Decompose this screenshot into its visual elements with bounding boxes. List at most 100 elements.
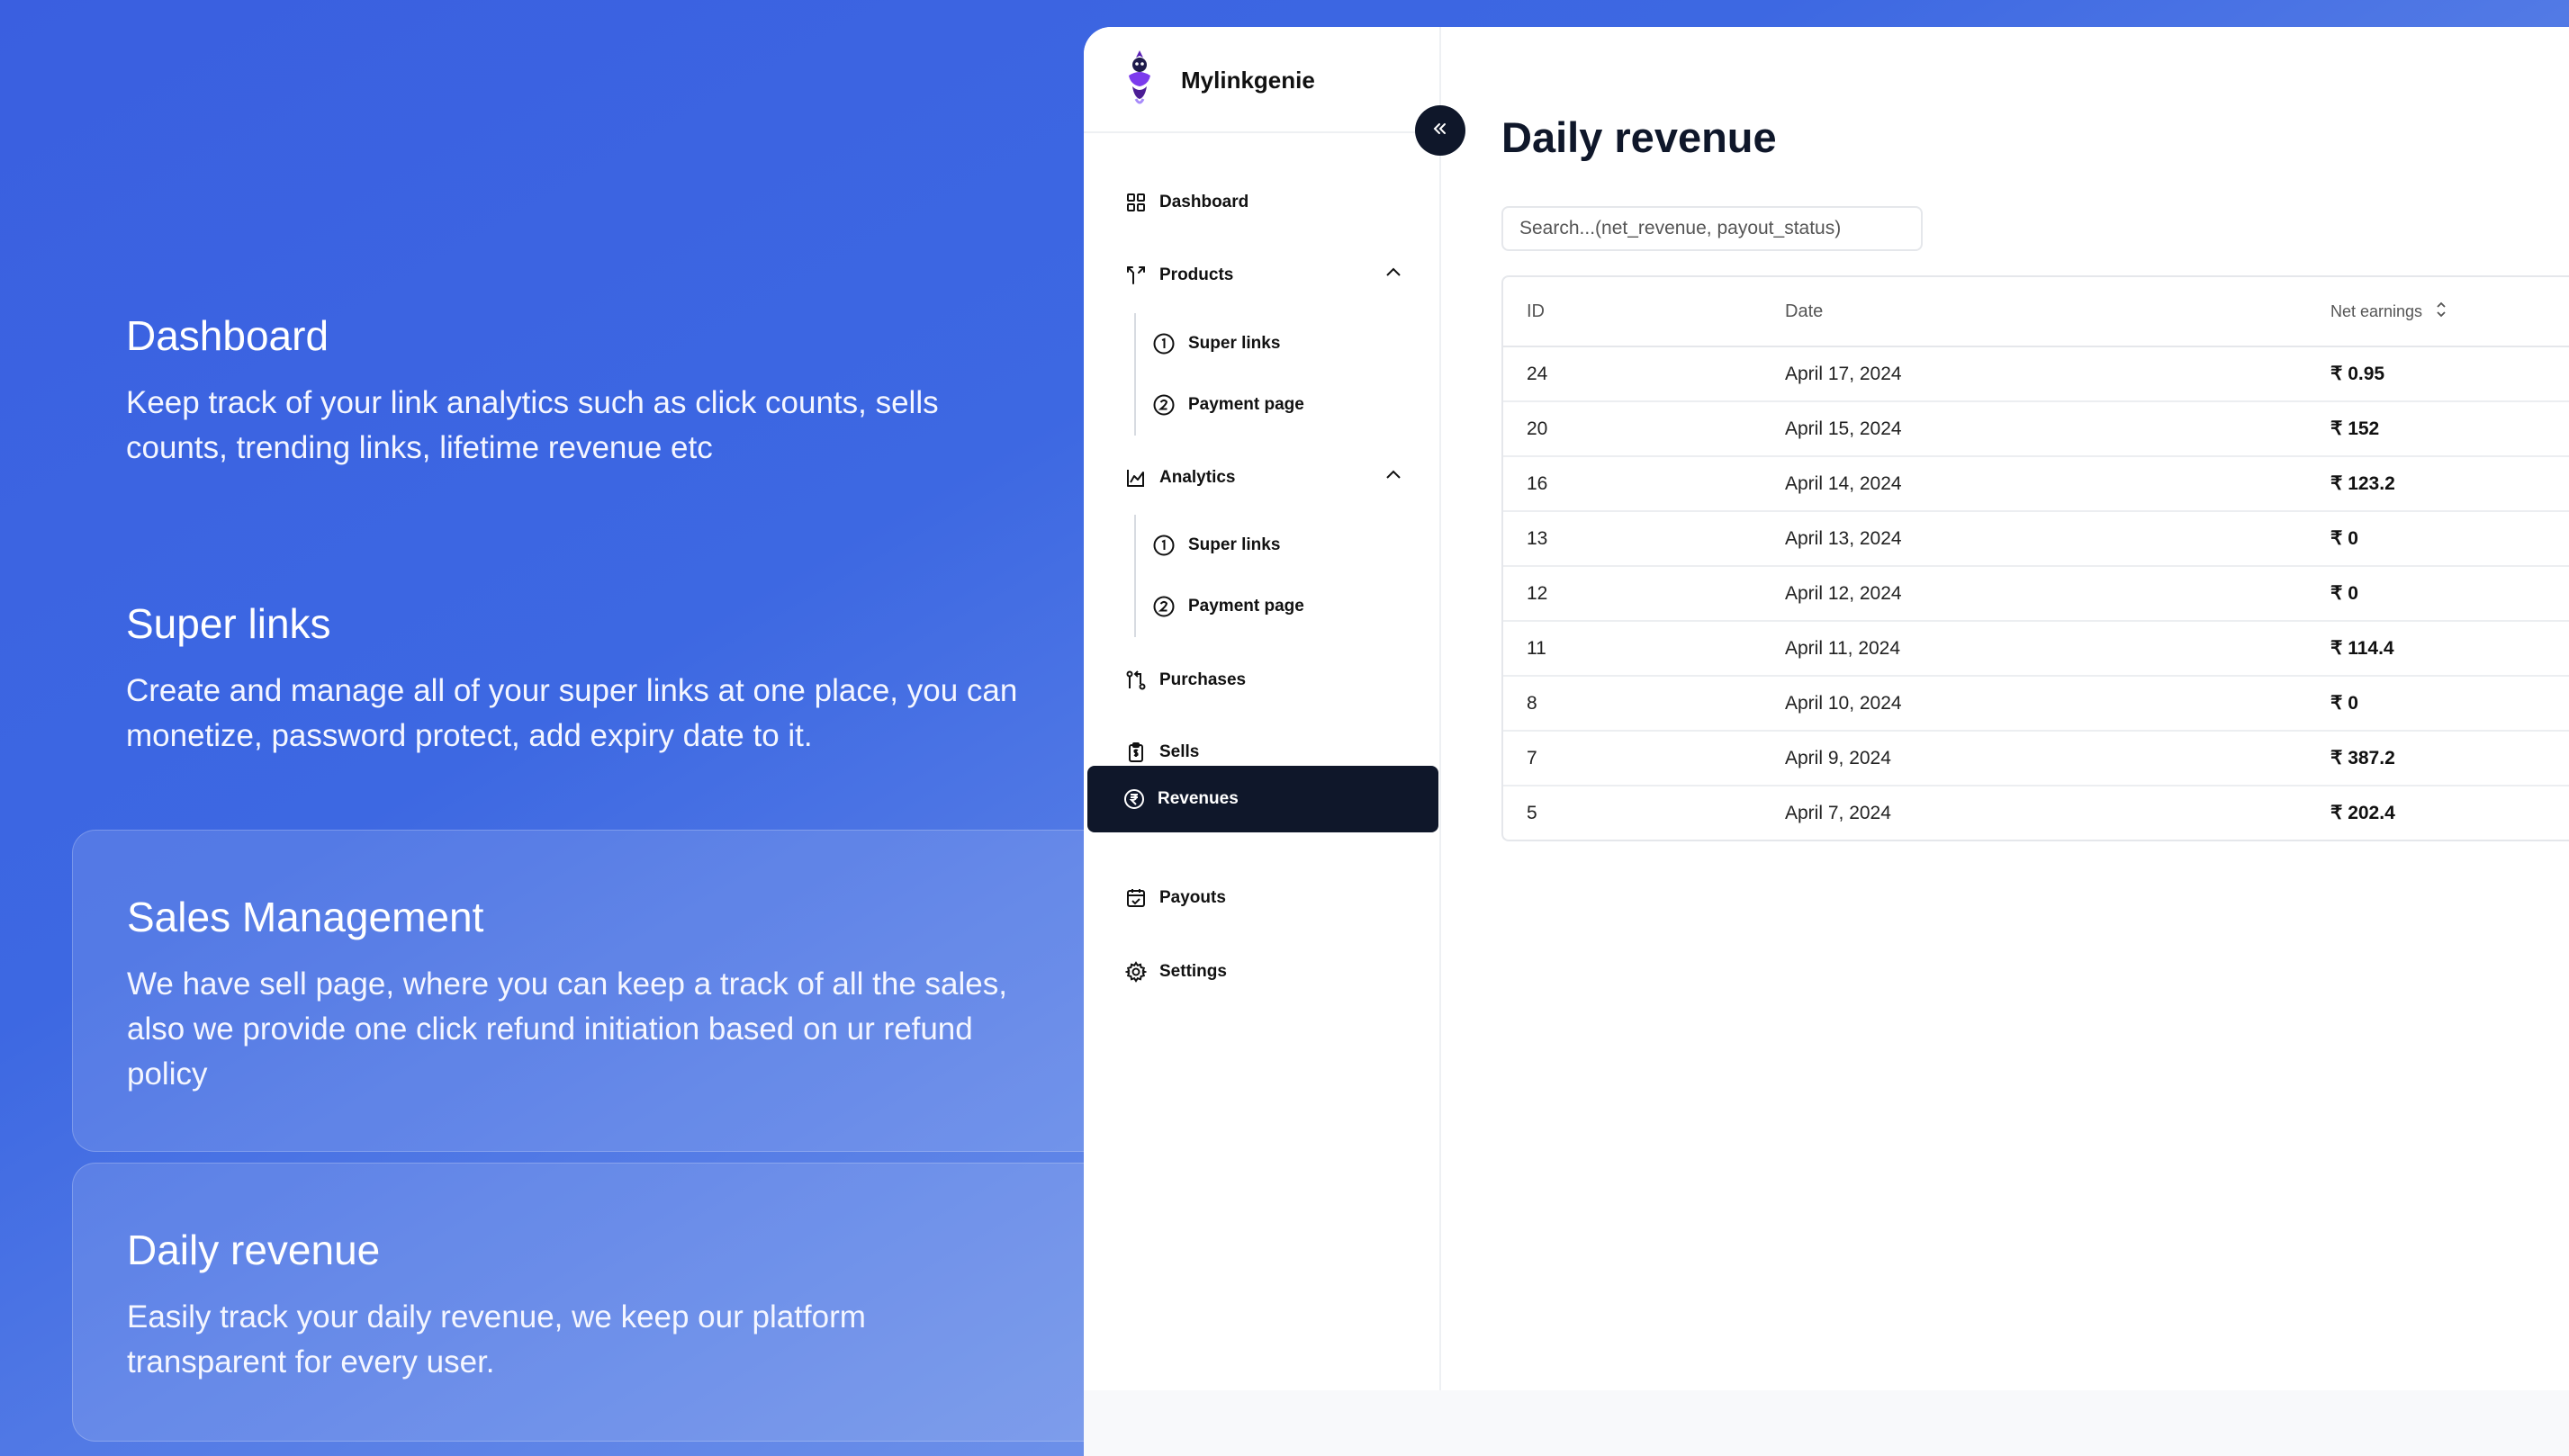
cell-id: 8 xyxy=(1527,692,1537,714)
nav-products-super-links[interactable]: Super links xyxy=(1134,313,1431,374)
cell-date: April 11, 2024 xyxy=(1785,637,1901,659)
cell-net-earnings: ₹ 0 xyxy=(2330,693,2358,714)
nav-label: Products xyxy=(1159,265,1234,284)
table-row[interactable]: 7 April 9, 2024 ₹ 387.2 xyxy=(1503,732,2569,786)
calendar-check-icon xyxy=(1125,887,1147,909)
cell-net-earnings: ₹ 387.2 xyxy=(2330,748,2395,768)
number-two-circle-icon xyxy=(1152,393,1176,417)
nav-label: Revenues xyxy=(1158,789,1239,808)
cell-id: 20 xyxy=(1527,418,1548,439)
cell-id: 24 xyxy=(1527,363,1548,384)
chevron-up-icon[interactable] xyxy=(1383,262,1404,289)
feature-description: Keep track of your link analytics such a… xyxy=(126,385,939,465)
column-header-net-earnings[interactable]: Net earnings xyxy=(2330,301,2569,323)
table-row[interactable]: 16 April 14, 2024 ₹ 123.2 xyxy=(1503,457,2569,512)
nav-label: Dashboard xyxy=(1159,193,1249,211)
column-header-date[interactable]: Date xyxy=(1785,301,2330,322)
feature-description: We have sell page, where you can keep a … xyxy=(127,966,1007,1092)
cell-date: April 12, 2024 xyxy=(1785,582,1902,604)
table-header: ID Date Net earnings xyxy=(1503,277,2569,347)
nav-settings[interactable]: Settings xyxy=(1089,939,1440,1005)
chevron-up-icon[interactable] xyxy=(1383,464,1404,491)
feature-sales-management[interactable]: Sales Management We have sell page, wher… xyxy=(72,830,1085,1152)
feature-title: Super links xyxy=(126,600,331,647)
cell-date: April 14, 2024 xyxy=(1785,472,1902,494)
nav-purchases[interactable]: Purchases xyxy=(1089,647,1440,714)
page-title: Daily revenue xyxy=(1501,113,1777,161)
rupee-circle-icon xyxy=(1123,788,1145,810)
area-chart-icon xyxy=(1125,467,1147,489)
cell-id: 12 xyxy=(1527,582,1548,604)
feature-daily-revenue[interactable]: Daily revenue Easily track your daily re… xyxy=(72,1163,1085,1442)
nav-label: Payouts xyxy=(1159,888,1226,907)
cell-date: April 10, 2024 xyxy=(1785,692,1902,714)
main-content: Daily revenue ID Date Net earnings 24 Ap… xyxy=(1439,27,2569,1390)
table-row[interactable]: 5 April 7, 2024 ₹ 202.4 xyxy=(1503,786,2569,840)
clipboard-dollar-icon xyxy=(1125,741,1147,763)
cell-date: April 9, 2024 xyxy=(1785,747,1891,768)
feature-description: Create and manage all of your super link… xyxy=(126,673,1018,753)
brand[interactable]: Mylinkgenie xyxy=(1122,49,1315,112)
nav-label: Settings xyxy=(1159,962,1227,981)
cell-net-earnings: ₹ 202.4 xyxy=(2330,803,2395,823)
nav-products[interactable]: Products xyxy=(1089,242,1440,309)
sidebar: Mylinkgenie Dashboard Products Super lin… xyxy=(1084,27,1441,1390)
cell-id: 5 xyxy=(1527,802,1537,823)
feature-title: Dashboard xyxy=(126,312,329,359)
cell-date: April 7, 2024 xyxy=(1785,802,1891,823)
feature-dashboard: Dashboard Keep track of your link analyt… xyxy=(72,310,1085,471)
search-input[interactable] xyxy=(1501,206,1923,251)
nav-analytics-payment-page[interactable]: Payment page xyxy=(1134,576,1431,637)
number-one-hexagon-icon xyxy=(1152,534,1176,557)
cell-net-earnings: ₹ 123.2 xyxy=(2330,473,2395,494)
nav-label: Purchases xyxy=(1159,670,1247,689)
nav-payouts[interactable]: Payouts xyxy=(1089,865,1440,931)
table-row[interactable]: 12 April 12, 2024 ₹ 0 xyxy=(1503,567,2569,622)
cell-date: April 17, 2024 xyxy=(1785,363,1902,384)
split-arrow-icon xyxy=(1125,265,1147,286)
git-pull-request-icon xyxy=(1125,670,1147,691)
cell-date: April 15, 2024 xyxy=(1785,418,1902,439)
brand-name: Mylinkgenie xyxy=(1181,66,1315,94)
cell-net-earnings: ₹ 0.95 xyxy=(2330,364,2385,384)
cell-id: 11 xyxy=(1527,637,1546,659)
table-row[interactable]: 13 April 13, 2024 ₹ 0 xyxy=(1503,512,2569,567)
table-row[interactable]: 8 April 10, 2024 ₹ 0 xyxy=(1503,677,2569,732)
nav-label: Super links xyxy=(1188,535,1281,554)
revenue-table: ID Date Net earnings 24 April 17, 2024 ₹… xyxy=(1501,275,2569,841)
cell-id: 13 xyxy=(1527,527,1548,549)
table-row[interactable]: 11 April 11, 2024 ₹ 114.4 xyxy=(1503,622,2569,677)
genie-logo-icon xyxy=(1122,49,1158,112)
divider xyxy=(1084,131,1439,133)
number-one-hexagon-icon xyxy=(1152,332,1176,355)
nav-label: Sells xyxy=(1159,742,1200,761)
chevrons-left-icon xyxy=(1429,118,1451,144)
cell-net-earnings: ₹ 114.4 xyxy=(2330,638,2394,659)
cell-id: 7 xyxy=(1527,747,1537,768)
sort-icon[interactable] xyxy=(2435,301,2447,323)
nav-analytics-super-links[interactable]: Super links xyxy=(1134,515,1431,576)
gear-icon xyxy=(1125,961,1147,983)
app-footer-area xyxy=(1084,1390,2569,1456)
cell-id: 16 xyxy=(1527,472,1548,494)
table-row[interactable]: 20 April 15, 2024 ₹ 152 xyxy=(1503,402,2569,457)
feature-description: Easily track your daily revenue, we keep… xyxy=(127,1299,866,1380)
nav-label: Super links xyxy=(1188,334,1281,353)
feature-title: Daily revenue xyxy=(127,1227,381,1273)
table-row[interactable]: 24 April 17, 2024 ₹ 0.95 xyxy=(1503,347,2569,402)
nav-revenues[interactable]: Revenues xyxy=(1087,766,1438,832)
column-header-id[interactable]: ID xyxy=(1503,301,1785,322)
nav-label: Analytics xyxy=(1159,468,1236,487)
nav-analytics[interactable]: Analytics xyxy=(1089,445,1440,511)
nav-products-payment-page[interactable]: Payment page xyxy=(1134,374,1431,436)
number-two-circle-icon xyxy=(1152,595,1176,618)
cell-net-earnings: ₹ 0 xyxy=(2330,583,2358,604)
header-label: Net earnings xyxy=(2330,301,2423,320)
feature-title: Sales Management xyxy=(127,894,484,940)
features-panel: Dashboard Keep track of your link analyt… xyxy=(0,0,1085,1456)
nav-dashboard[interactable]: Dashboard xyxy=(1089,169,1440,236)
cell-net-earnings: ₹ 0 xyxy=(2330,528,2358,549)
collapse-sidebar-button[interactable] xyxy=(1415,105,1465,156)
nav-label: Payment page xyxy=(1188,395,1304,414)
cell-date: April 13, 2024 xyxy=(1785,527,1902,549)
